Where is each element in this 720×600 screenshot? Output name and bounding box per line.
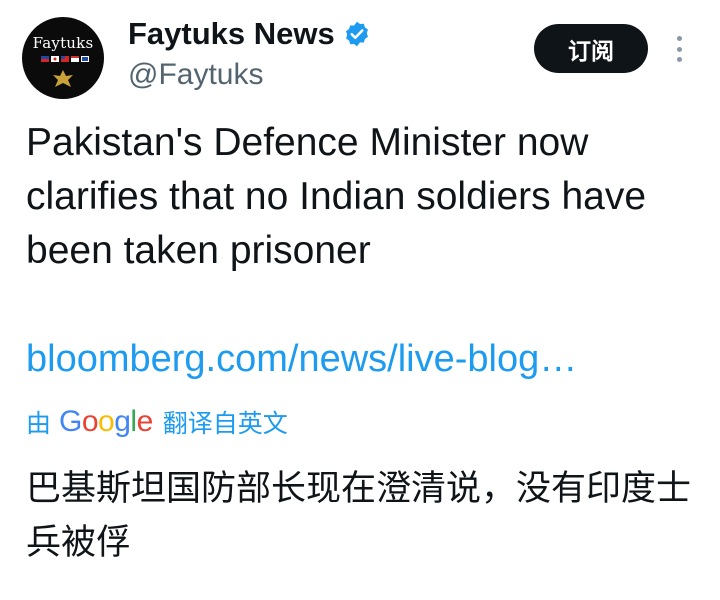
translation-prefix: 由 (26, 409, 52, 438)
translation-label: 翻译自英文 (162, 409, 288, 438)
google-logo: Google (59, 405, 153, 438)
avatar[interactable]: Faytuks (22, 17, 104, 99)
eagle-emblem-icon (53, 70, 73, 87)
tweet-text: Pakistan's Defence Minister now clarifie… (26, 121, 647, 272)
more-dot (676, 46, 682, 52)
author-row: Faytuks News (128, 14, 371, 54)
tweet-link[interactable]: bloomberg.com/news/live-blog… (26, 336, 577, 382)
verified-badge-icon (345, 21, 368, 47)
subscribe-button[interactable]: 订阅 (534, 24, 648, 73)
more-dot (676, 36, 682, 41)
more-dot (676, 57, 682, 62)
author-handle[interactable]: @Faytuks (128, 58, 263, 92)
avatar-flags (41, 56, 89, 62)
translation-attribution[interactable]: 由 Google 翻译自英文 (26, 402, 288, 442)
author-name[interactable]: Faytuks News (128, 16, 335, 52)
avatar-logo-text: Faytuks (32, 34, 94, 52)
translated-text: 巴基斯坦国防部长现在澄清说，没有印度士兵被俘 (26, 469, 692, 563)
more-vertical-icon[interactable] (670, 32, 688, 66)
